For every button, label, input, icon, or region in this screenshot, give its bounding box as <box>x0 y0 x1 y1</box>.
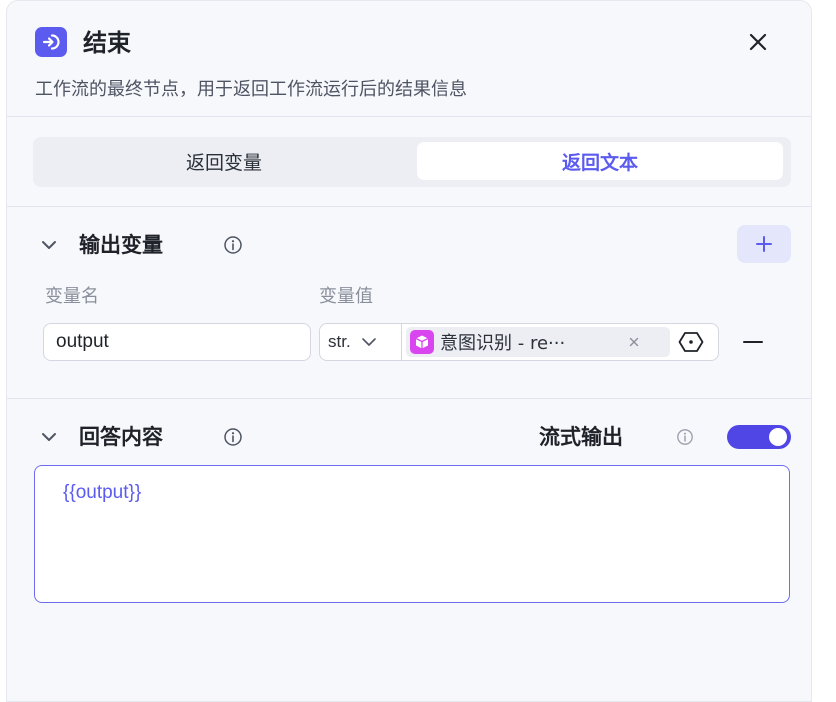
streaming-output-label: 流式输出 <box>539 425 623 449</box>
column-header-name: 变量名 <box>45 286 99 307</box>
info-icon <box>675 427 695 447</box>
exit-icon <box>35 27 67 57</box>
toggle-knob <box>769 428 787 446</box>
output-variables-section: 输出变量 变量名 变量值 output str. 意图识别 - re··· <box>7 207 811 399</box>
add-variable-button[interactable] <box>737 225 791 263</box>
remove-reference-button[interactable] <box>626 334 642 350</box>
type-select-label: str. <box>328 332 351 351</box>
answer-section-title: 回答内容 <box>79 425 163 449</box>
answer-content-text: {{output}} <box>63 482 142 503</box>
chevron-down-icon <box>42 241 56 249</box>
end-node-panel: 结束 工作流的最终节点，用于返回工作流运行后的结果信息 返回变量 返回文本 输出… <box>6 0 812 702</box>
answer-content-editor[interactable]: {{output}} <box>34 465 790 603</box>
close-button[interactable] <box>743 27 773 57</box>
tab-bar: 返回变量 返回文本 <box>7 117 811 207</box>
close-small-icon <box>629 337 639 347</box>
variable-value-field: str. 意图识别 - re··· <box>319 323 719 361</box>
plus-icon <box>756 236 772 252</box>
node-title: 结束 <box>83 29 131 57</box>
info-icon <box>223 235 243 255</box>
close-icon <box>749 33 767 51</box>
info-icon <box>223 427 243 447</box>
variable-hexagon-icon <box>678 332 704 352</box>
intent-cube-icon <box>410 330 434 354</box>
column-header-value: 变量值 <box>319 286 373 307</box>
node-description: 工作流的最终节点，用于返回工作流运行后的结果信息 <box>35 79 467 100</box>
answer-content-section: 回答内容 流式输出 {{output}} <box>7 399 811 701</box>
reference-label: 意图识别 - re··· <box>440 333 566 354</box>
collapse-output-button[interactable] <box>39 235 59 255</box>
remove-variable-button[interactable] <box>741 332 765 352</box>
chevron-down-icon <box>42 433 56 441</box>
minus-icon <box>743 341 763 343</box>
chevron-down-icon <box>361 338 376 346</box>
variable-reference-chip[interactable]: 意图识别 - re··· <box>406 327 670 357</box>
panel-header: 结束 工作流的最终节点，用于返回工作流运行后的结果信息 <box>7 1 811 117</box>
tab-return-variables[interactable]: 返回变量 <box>39 142 409 180</box>
variable-picker-button[interactable] <box>676 328 706 356</box>
tab-return-text[interactable]: 返回文本 <box>417 142 783 180</box>
collapse-answer-button[interactable] <box>39 427 59 447</box>
output-section-title: 输出变量 <box>79 233 163 257</box>
segmented-control: 返回变量 返回文本 <box>33 137 791 187</box>
variable-name-input[interactable]: output <box>43 323 311 361</box>
streaming-output-toggle[interactable] <box>727 425 791 449</box>
type-select[interactable]: str. <box>320 324 402 360</box>
